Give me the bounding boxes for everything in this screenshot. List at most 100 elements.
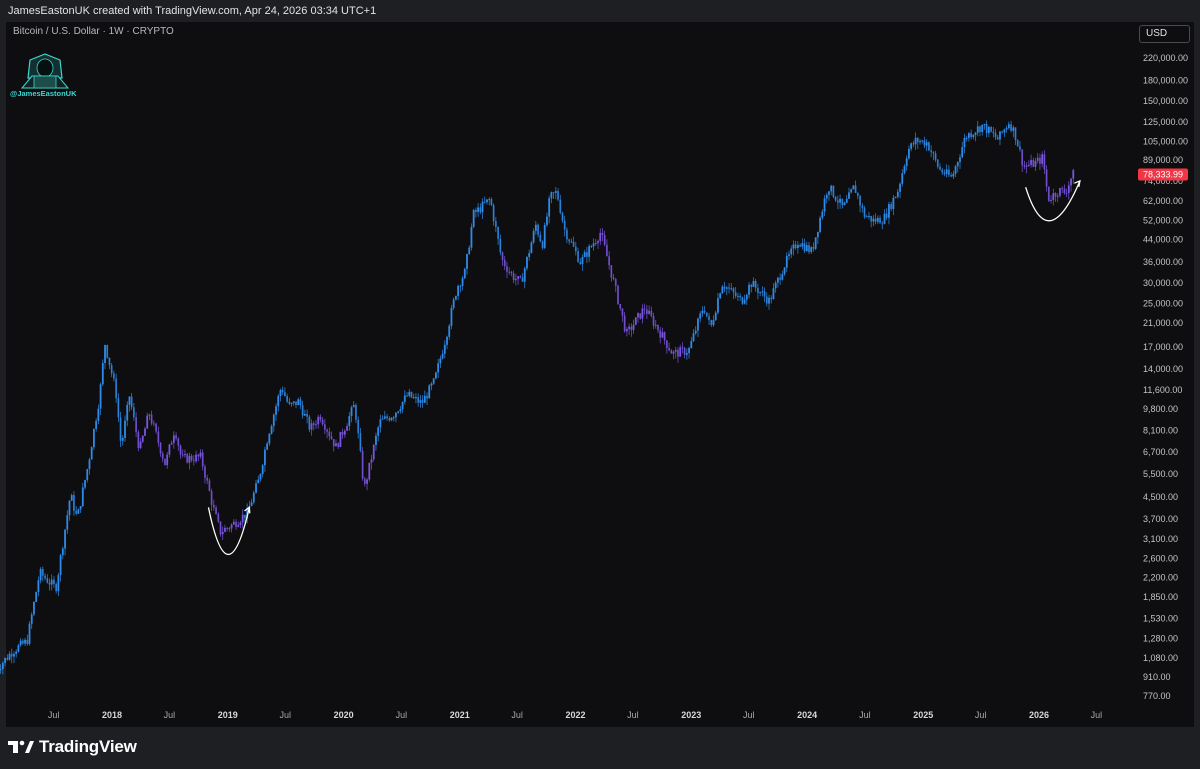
candle-body [1027, 164, 1030, 166]
candle-body [503, 259, 506, 267]
candle-body [552, 192, 555, 194]
candle-body [708, 316, 710, 321]
candle-body [239, 522, 242, 526]
candle-body [257, 479, 260, 484]
candle-body [537, 224, 539, 235]
candle-body [472, 209, 475, 227]
candle-body [152, 423, 155, 425]
symbol-title[interactable]: Bitcoin / U.S. Dollar · 1W · CRYPTO [13, 26, 174, 37]
candle-body [654, 324, 657, 326]
candle-body [814, 237, 817, 249]
candle-body [981, 124, 984, 133]
candle-body [1052, 193, 1055, 201]
candle-body [692, 333, 695, 342]
candle-body [512, 273, 515, 281]
candle-body [730, 288, 733, 290]
candle-body [1021, 149, 1024, 166]
candle-body [1030, 159, 1032, 165]
candle-body [752, 281, 755, 287]
candle-body [770, 297, 773, 300]
candle-body [350, 407, 353, 417]
candle-body [530, 242, 533, 254]
candle-body [417, 397, 420, 403]
candle-body [934, 153, 937, 160]
candle-body [284, 392, 286, 396]
candle-body [763, 291, 766, 297]
y-tick-label: 150,000.00 [1143, 96, 1188, 106]
candle-body [1005, 128, 1008, 130]
candle-body [850, 189, 853, 193]
candle-body [363, 478, 366, 484]
x-tick-label: Jul [164, 710, 176, 720]
candle-body [423, 395, 426, 403]
y-tick-label: 5,500.00 [1143, 469, 1178, 479]
candle-body [963, 138, 966, 148]
candle-body [645, 309, 648, 314]
candle-body [252, 492, 255, 503]
candle-body [954, 166, 957, 174]
candle-body [492, 205, 495, 222]
candle-body [335, 443, 337, 447]
avatar-handle: @JamesEastonUK [10, 89, 77, 98]
candle-body [121, 438, 124, 441]
candle-body [677, 349, 679, 357]
y-tick-label: 3,700.00 [1143, 514, 1178, 524]
candle-body [861, 205, 864, 208]
candle-body [479, 207, 482, 213]
candle-body [435, 372, 437, 379]
candle-body [463, 268, 466, 279]
candle-body [315, 424, 317, 426]
candle-body [1001, 131, 1004, 133]
candle-body [694, 330, 697, 334]
candle-body [521, 277, 524, 282]
y-tick-label: 1,280.00 [1143, 634, 1178, 644]
candle-body [19, 640, 22, 646]
candle-body [361, 450, 364, 479]
candle-body [73, 495, 75, 511]
candle-body [1012, 127, 1015, 131]
candle-body [181, 454, 184, 456]
candle-body [150, 414, 153, 424]
x-tick-label: 2018 [102, 710, 122, 720]
candle-body [454, 296, 457, 300]
candle-body [821, 211, 824, 218]
candle-body [852, 185, 855, 190]
candle-body [101, 362, 104, 385]
candle-body [845, 198, 848, 203]
candle-body [943, 172, 946, 174]
candle-body [37, 580, 40, 592]
candle-body [739, 295, 742, 298]
candle-body [328, 431, 331, 437]
candle-body [754, 281, 757, 288]
candle-body [836, 200, 839, 203]
candle-body [868, 215, 870, 217]
candle-body [381, 418, 384, 420]
candle-body [550, 192, 553, 199]
price-chart[interactable]: 220,000.00 180,000.00 150,000.00 125,000.00… [0, 0, 1200, 769]
candle-body [699, 313, 702, 319]
candle-body [663, 332, 666, 341]
candle-body [974, 132, 977, 135]
candle-body [272, 414, 275, 427]
candle-body [390, 417, 393, 421]
candle-body [383, 416, 386, 419]
candle-body [341, 431, 344, 435]
y-tick-label: 1,850.00 [1143, 592, 1178, 602]
candle-body [66, 515, 69, 530]
candle-body [212, 504, 215, 508]
candle-body [648, 310, 651, 314]
candle-body [903, 166, 906, 174]
x-tick-label: 2020 [334, 710, 354, 720]
y-tick-label: 14,000.00 [1143, 364, 1183, 374]
candle-body [672, 351, 675, 354]
candle-body [241, 514, 244, 523]
candle-body [1047, 186, 1050, 201]
candle-body [1039, 157, 1041, 164]
tradingview-brand[interactable]: TradingView [8, 737, 137, 757]
candle-body [17, 645, 20, 652]
candle-body [415, 397, 417, 399]
candle-body [625, 329, 628, 332]
candle-body [568, 239, 571, 242]
currency-selector[interactable]: USD [1139, 25, 1190, 43]
candle-body [659, 330, 662, 338]
